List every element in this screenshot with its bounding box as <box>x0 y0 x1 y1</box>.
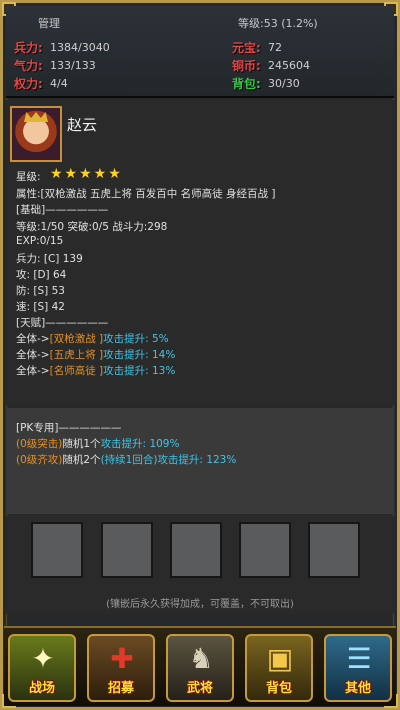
stat-value: 1384/3040 <box>50 40 110 54</box>
stat-label: 背包: <box>232 76 261 91</box>
energy-stat: 气力: 133/133 <box>14 57 96 73</box>
nav-label: 武将 <box>186 681 213 696</box>
nav-recruit-button[interactable]: ✚ 招募 <box>87 634 155 702</box>
pk-section-header: [PK专用]—————— <box>16 422 122 434</box>
talent-target: 全体-> <box>16 333 50 345</box>
talent-row: 全体->[双枪激战 ]攻击提升: 5% <box>16 331 169 346</box>
stat-label: 权力: <box>14 76 43 91</box>
talent-effect: 攻击提升: 13% <box>103 365 176 377</box>
scroll-stack-icon: ☰ <box>346 642 372 675</box>
nav-label: 战场 <box>28 681 55 696</box>
stat-value: 30/30 <box>268 76 300 90</box>
stat-value: 133/133 <box>50 58 96 72</box>
sword-burst-icon: ✦ <box>31 642 55 675</box>
copper-coin-stat: 铜币: 245604 <box>232 57 310 73</box>
star-rating: ★★★★★ <box>50 166 123 182</box>
authority-stat: 权力: 4/4 <box>14 75 68 91</box>
gem-slots-panel: (镶嵌后永久获得加成，可覆盖，不可取出) <box>6 516 394 614</box>
nav-other-button[interactable]: ☰ 其他 <box>324 634 392 702</box>
level-line: 等级:1/50 突破:0/5 战斗力:298 <box>16 221 168 233</box>
backpack-stat: 背包: 30/30 <box>232 75 300 91</box>
treasure-chest-icon: ▣ <box>266 642 294 675</box>
pk-skill-duration: (持续1回合) <box>100 454 158 466</box>
player-stats-header: 管理 等级:53 (1.2%) 兵力: 1384/3040 气力: 133/13… <box>6 6 394 98</box>
pk-skill-tag: (0级齐攻) <box>16 454 63 466</box>
player-level: 等级:53 (1.2%) <box>238 17 318 30</box>
hero-name: 赵云 <box>67 116 98 134</box>
gem-slot[interactable] <box>31 522 83 578</box>
generals-icon: ♞ <box>188 642 214 675</box>
hero-attributes: 属性:[双枪激战 五虎上将 百发百中 名师高徒 身经百战 ] <box>16 188 276 200</box>
pk-skill-target: 随机2个 <box>62 454 101 466</box>
talent-row: 全体->[名师高徒 ]攻击提升: 13% <box>16 363 175 378</box>
talent-name: [名师高徒 ] <box>49 365 104 377</box>
star-label: 星级: <box>16 171 41 183</box>
manage-link[interactable]: 管理 <box>38 15 60 31</box>
gem-slot[interactable] <box>170 522 222 578</box>
talent-row: 全体->[五虎上将 ]攻击提升: 14% <box>16 347 175 362</box>
pk-skill-row: (0级齐攻)随机2个(持续1回合)攻击提升: 123% <box>16 452 236 467</box>
pk-skills-panel: [PK专用]—————— (0级突击)随机1个攻击提升: 109% (0级齐攻)… <box>6 408 394 514</box>
exp-line: EXP:0/15 <box>16 235 64 247</box>
attack-line: 攻: [D] 64 <box>16 269 67 281</box>
bottom-nav-bar: ✦ 战场 ✚ 招募 ♞ 武将 ▣ 背包 ☰ 其他 <box>4 626 396 706</box>
stat-label: 气力: <box>14 58 43 73</box>
stat-label: 元宝: <box>232 40 261 55</box>
speed-line: 速: [S] 42 <box>16 301 65 313</box>
stat-label: 兵力: <box>14 40 43 55</box>
talent-effect: 攻击提升: 5% <box>103 333 169 345</box>
nav-battlefield-button[interactable]: ✦ 战场 <box>8 634 76 702</box>
talent-effect: 攻击提升: 14% <box>103 349 176 361</box>
talent-name: [五虎上将 ] <box>49 349 104 361</box>
talent-section-header: [天赋]—————— <box>16 317 109 329</box>
nav-generals-button[interactable]: ♞ 武将 <box>166 634 234 702</box>
gem-slot[interactable] <box>308 522 360 578</box>
talent-target: 全体-> <box>16 349 50 361</box>
nav-label: 背包 <box>265 681 292 696</box>
gem-slot[interactable] <box>101 522 153 578</box>
stat-value: 72 <box>268 40 282 54</box>
basic-section-header: [基础]—————— <box>16 204 109 216</box>
nav-backpack-button[interactable]: ▣ 背包 <box>245 634 313 702</box>
recruit-figure-icon: ✚ <box>110 642 134 675</box>
hero-detail-panel: 赵云 星级: ★★★★★ 属性:[双枪激战 五虎上将 百发百中 名师高徒 身经百… <box>6 100 394 406</box>
stat-value: 245604 <box>268 58 310 72</box>
stat-label: 铜币: <box>232 58 261 73</box>
nav-label: 其他 <box>344 681 371 696</box>
gold-ingot-stat: 元宝: 72 <box>232 39 282 55</box>
pk-skill-effect: 攻击提升: 123% <box>157 454 237 466</box>
pk-skill-effect: 攻击提升: 109% <box>100 438 180 450</box>
pk-skill-row: (0级突击)随机1个攻击提升: 109% <box>16 436 179 451</box>
stat-value: 4/4 <box>50 76 68 90</box>
nav-label: 招募 <box>107 681 134 696</box>
troops-stat: 兵力: 1384/3040 <box>14 39 110 55</box>
defense-line: 防: [S] 53 <box>16 285 65 297</box>
talent-target: 全体-> <box>16 365 50 377</box>
slot-note: (镶嵌后永久获得加成，可覆盖，不可取出) <box>106 599 294 610</box>
pk-skill-target: 随机1个 <box>62 438 101 450</box>
talent-name: [双枪激战 ] <box>49 333 104 345</box>
pk-skill-tag: (0级突击) <box>16 438 63 450</box>
hero-portrait[interactable] <box>10 106 62 162</box>
crown-icon <box>24 112 48 122</box>
troops-line: 兵力: [C] 139 <box>16 253 83 265</box>
gem-slot[interactable] <box>239 522 291 578</box>
